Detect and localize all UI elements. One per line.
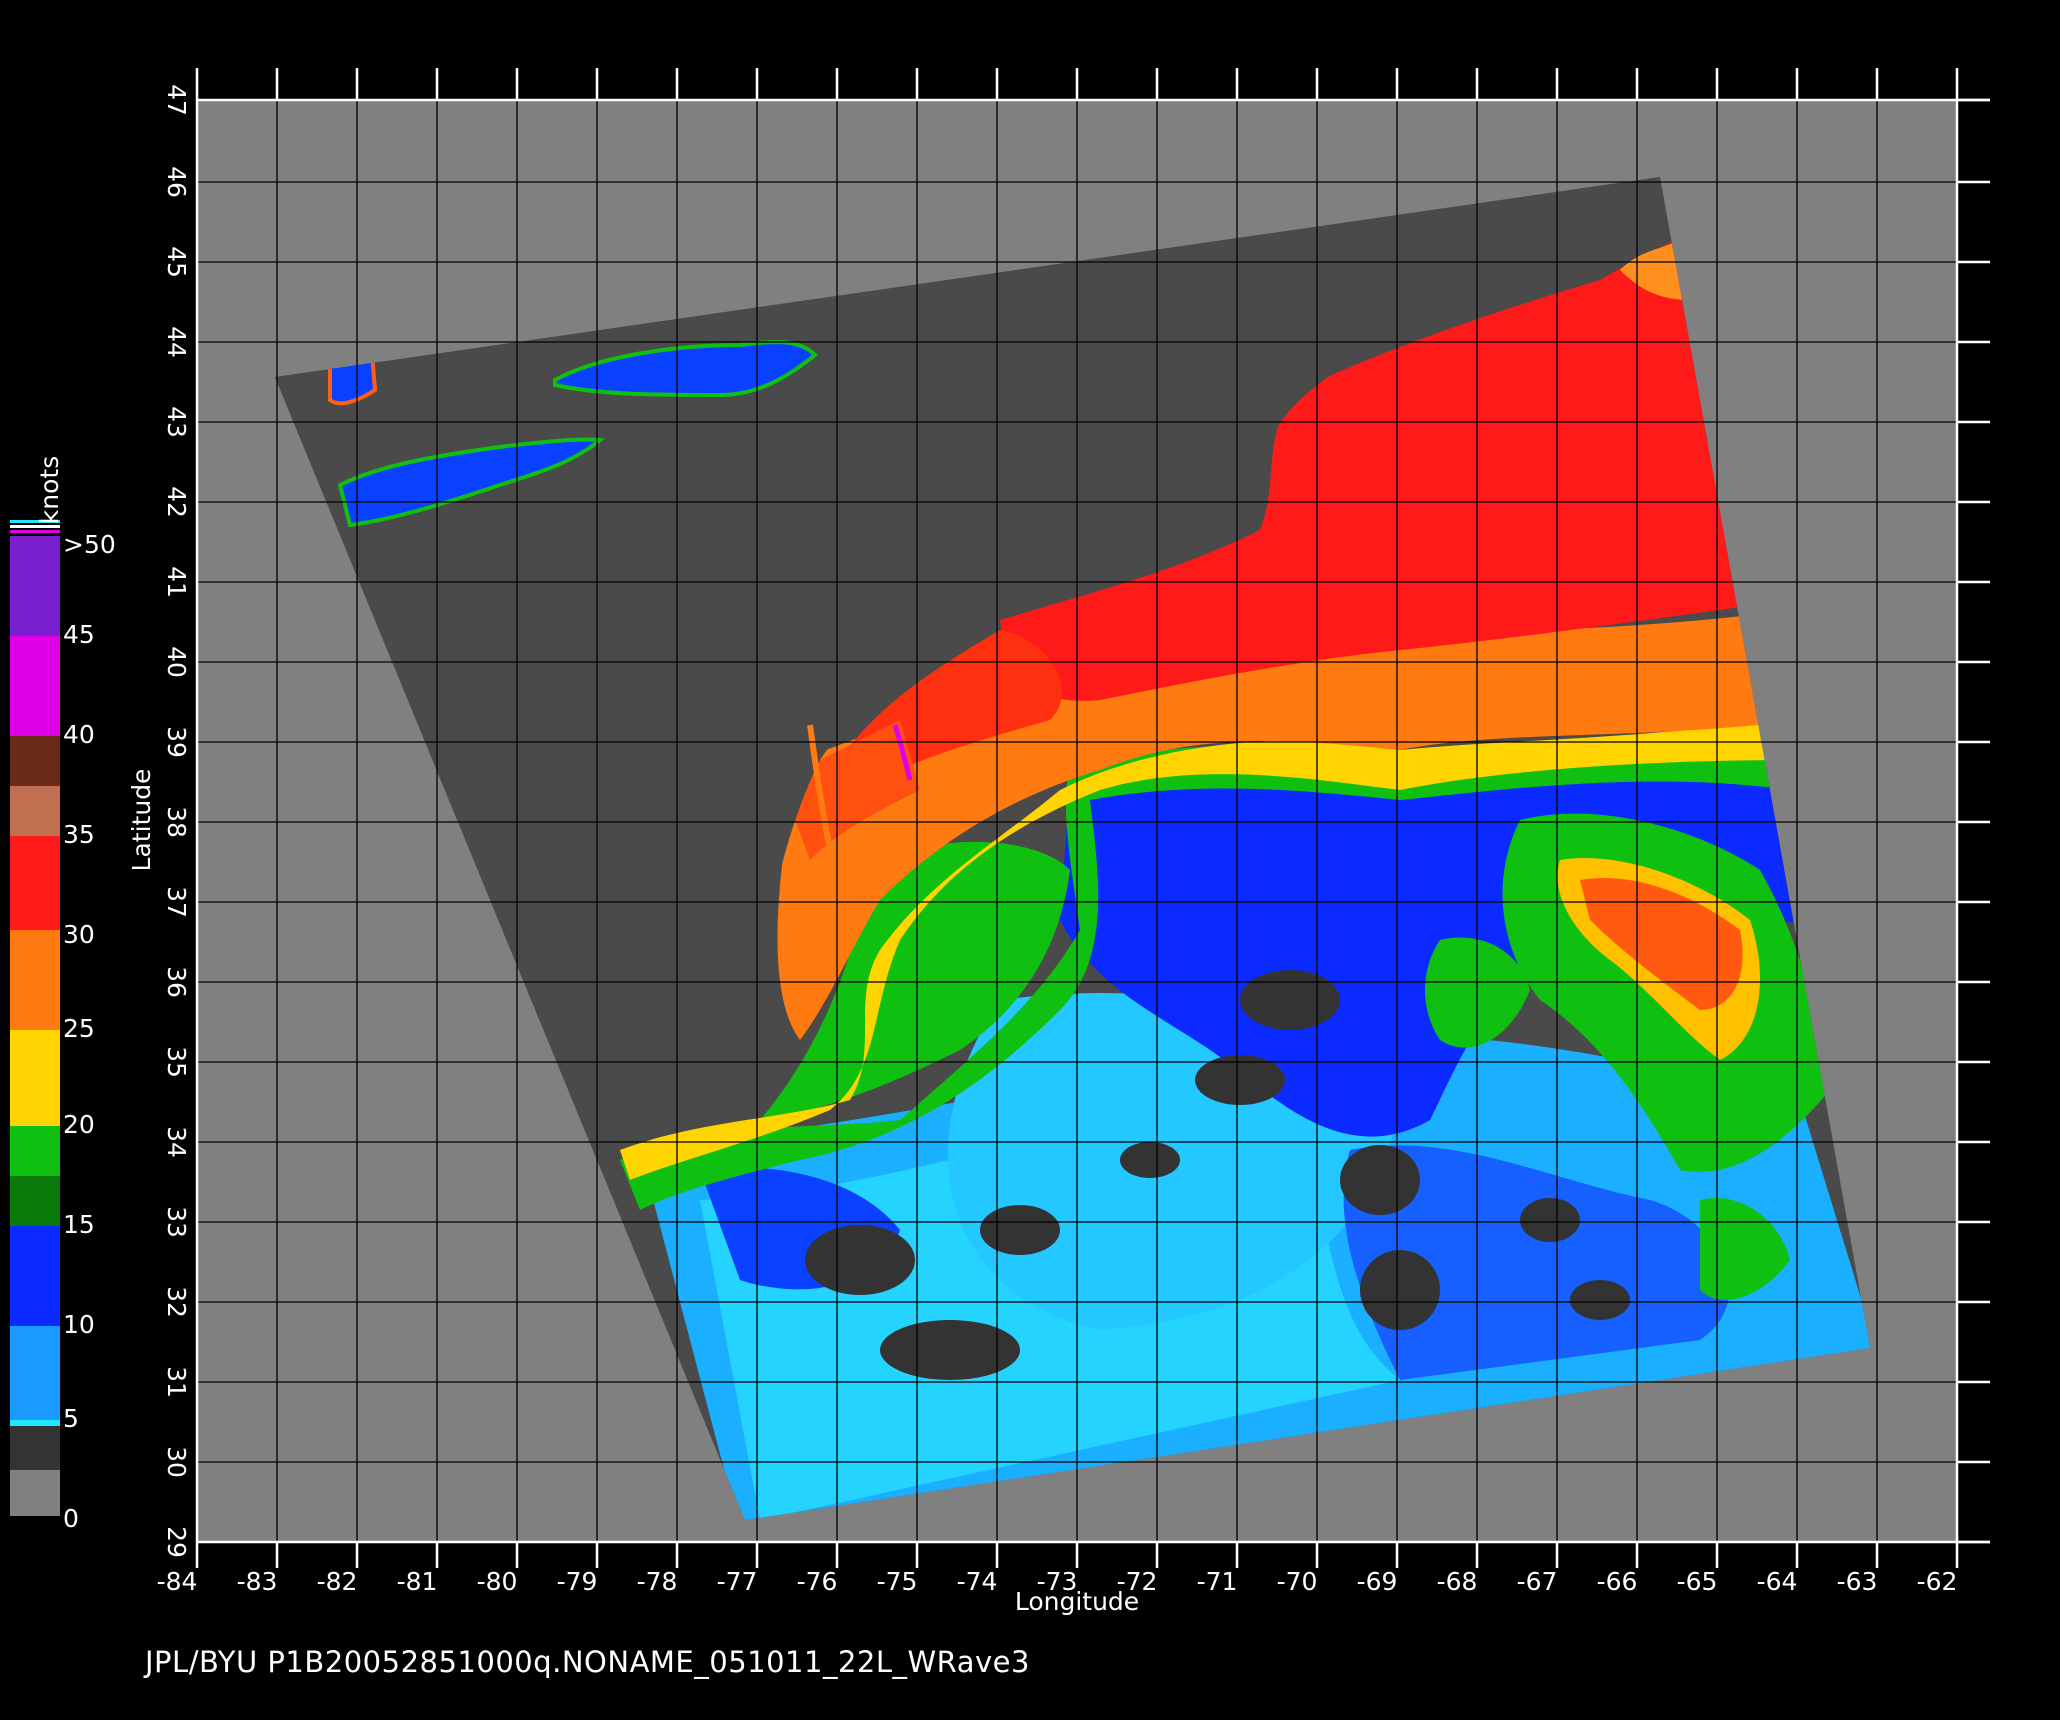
y-tick-label: 47 [162,84,191,116]
x-tick-label: -83 [237,1567,278,1596]
x-tick-label: -81 [397,1567,438,1596]
x-tick-label: -69 [1357,1567,1398,1596]
x-tick-label: -78 [637,1567,678,1596]
y-tick-label: 36 [162,966,191,998]
x-tick-label: -67 [1517,1567,1558,1596]
colorbar-labels: >50 45 40 35 30 25 20 15 10 5 0 [63,530,116,1533]
x-tick-label: -82 [317,1567,358,1596]
y-tick-label: 46 [162,166,191,198]
x-tick-label: -71 [1197,1567,1238,1596]
y-tick-label: 37 [162,886,191,918]
x-tick-label: -63 [1837,1567,1878,1596]
x-tick-label: -77 [717,1567,758,1596]
x-tick-label: -62 [1917,1567,1958,1596]
wind-map: -84 -83 -82 -81 -80 -79 -78 -77 -76 -75 … [10,68,1990,1616]
x-tick-label: -65 [1677,1567,1718,1596]
y-tick-label: 30 [162,1446,191,1478]
x-tick-label: -70 [1277,1567,1318,1596]
colorbar-label: 30 [63,920,95,949]
colorbar-label: 25 [63,1014,95,1043]
x-axis-title: Longitude [1015,1587,1139,1616]
y-tick-label: 42 [162,486,191,518]
colorbar-title: knots [35,456,64,524]
y-tick-label: 33 [162,1206,191,1238]
colorbar-label: 15 [63,1210,95,1239]
colorbar-label: 45 [63,620,95,649]
colorbar-label: 40 [63,720,95,749]
colorbar-label: 35 [63,820,95,849]
y-tick-label: 32 [162,1286,191,1318]
colorbar-label: 5 [63,1404,79,1433]
y-tick-label: 29 [162,1526,191,1558]
footer-caption: JPL/BYU P1B20052851000q.NONAME_051011_22… [145,1645,1030,1679]
x-tick-label: -64 [1757,1567,1798,1596]
color-bar [10,520,60,1516]
y-tick-label: 44 [162,326,191,358]
y-tick-label: 41 [162,566,191,598]
y-tick-label: 39 [162,726,191,758]
x-tick-label: -79 [557,1567,598,1596]
x-tick-label: -80 [477,1567,518,1596]
y-tick-label: 35 [162,1046,191,1078]
y-tick-label: 40 [162,646,191,678]
x-tick-label: -75 [877,1567,918,1596]
x-tick-label: -76 [797,1567,838,1596]
colorbar-label: 20 [63,1110,95,1139]
colorbar-label: 0 [63,1504,79,1533]
y-tick-labels: 29 30 31 32 33 34 35 36 37 38 39 40 41 4… [162,84,191,1558]
x-tick-label: -66 [1597,1567,1638,1596]
y-tick-label: 43 [162,406,191,438]
x-tick-label: -84 [157,1567,198,1596]
y-tick-label: 38 [162,806,191,838]
colorbar-label: >50 [63,530,116,559]
x-tick-label: -74 [957,1567,998,1596]
y-tick-label: 45 [162,246,191,278]
y-tick-label: 31 [162,1366,191,1398]
y-tick-label: 34 [162,1126,191,1158]
x-tick-label: -68 [1437,1567,1478,1596]
colorbar-label: 10 [63,1310,95,1339]
y-axis-title: Latitude [127,769,156,872]
